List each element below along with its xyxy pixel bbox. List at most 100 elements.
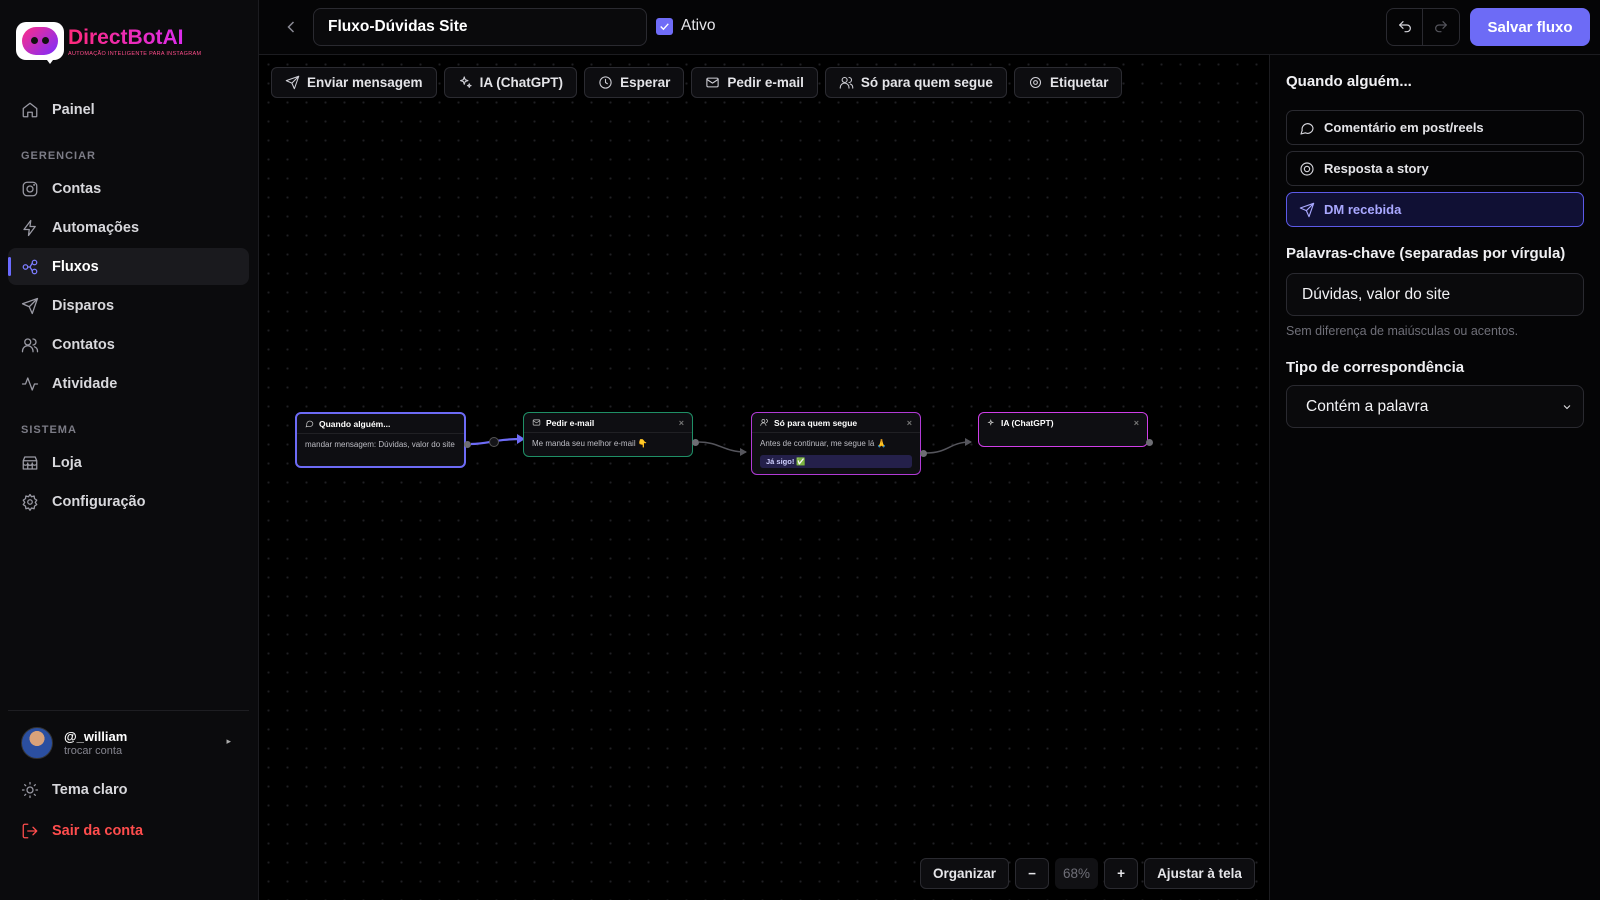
logout-button[interactable]: Sair da conta (8, 812, 249, 849)
sidebar-item-label: Configuração (52, 493, 146, 510)
sidebar-item-painel[interactable]: Painel (8, 91, 249, 128)
trigger-option-comment[interactable]: Comentário em post/reels (1286, 110, 1584, 145)
home-icon (22, 102, 38, 117)
trigger-option-dm[interactable]: DM recebida (1286, 192, 1584, 227)
flow-name-input[interactable] (313, 8, 647, 46)
edge-trigger-email (470, 437, 524, 446)
store-icon (22, 455, 38, 470)
node-output-handle[interactable] (920, 450, 927, 457)
add-followers-only-button[interactable]: Só para quem segue (824, 67, 1007, 98)
chevron-left-icon (287, 21, 295, 33)
node-output-handle[interactable] (464, 441, 471, 448)
save-flow-button[interactable]: Salvar fluxo (1470, 8, 1590, 46)
section-label-manage: GERENCIAR (21, 150, 97, 162)
redo-button[interactable] (1423, 9, 1459, 45)
caret-right-icon: ▸ (226, 736, 231, 746)
sidebar-item-label: Atividade (52, 375, 118, 392)
node-output-handle[interactable] (1146, 439, 1153, 446)
zoom-out-button[interactable]: − (1015, 858, 1050, 889)
sidebar-item-label: Contatos (52, 336, 115, 353)
node-title: Pedir e-mail (546, 417, 595, 428)
node-title: IA (ChatGPT) (1001, 418, 1054, 428)
sidebar-item-atividade[interactable]: Atividade (8, 365, 249, 402)
checkbox-checked[interactable] (656, 17, 673, 35)
keywords-title: Palavras-chave (separadas por vírgula) (1286, 245, 1566, 262)
theme-toggle[interactable]: Tema claro (8, 771, 249, 808)
mail-icon (532, 419, 541, 426)
match-type-title: Tipo de correspondência (1286, 359, 1465, 376)
check-icon (660, 22, 669, 30)
send-icon (1299, 202, 1315, 217)
sidebar-item-configuracao[interactable]: Configuração (8, 483, 249, 520)
sidebar-item-label: Fluxos (52, 258, 99, 275)
clock-icon (599, 76, 612, 89)
node-body: mandar mensagem: Dúvidas, valor do site (305, 440, 455, 449)
active-checkbox[interactable]: Ativo (656, 17, 715, 35)
sidebar-item-disparos[interactable]: Disparos (8, 287, 249, 324)
edge-arrow-head (740, 448, 747, 456)
comment-icon (305, 420, 314, 428)
node-followers-only[interactable]: Só para quem segue × Antes de continuar,… (751, 412, 921, 475)
add-tag-button[interactable]: Etiquetar (1013, 67, 1123, 98)
trigger-option-story[interactable]: Resposta a story (1286, 151, 1584, 186)
node-output-handle[interactable] (692, 439, 699, 446)
close-icon[interactable]: × (907, 418, 912, 428)
flow-canvas[interactable]: Enviar mensagem IA (ChatGPT) Esperar Ped… (259, 55, 1269, 900)
add-ask-email-button[interactable]: Pedir e-mail (691, 67, 818, 98)
story-icon (1300, 161, 1314, 176)
brand-logo[interactable]: DirectBotAI AUTOMAÇÃO INTELIGENTE PARA I… (16, 22, 202, 64)
fit-view-button[interactable]: Ajustar à tela (1144, 858, 1255, 889)
zoom-in-button[interactable]: + (1104, 858, 1139, 889)
sidebar-item-label: Loja (52, 454, 82, 471)
switch-account-label: trocar conta (64, 745, 123, 757)
keywords-hint: Sem diferença de maiúsculas ou acentos. (1286, 324, 1519, 338)
history-controls (1386, 8, 1460, 46)
node-body: Antes de continuar, me segue lá 🙏 (760, 439, 887, 448)
avatar (21, 727, 53, 759)
node-ai[interactable]: IA (ChatGPT) × (978, 412, 1148, 447)
undo-button[interactable] (1387, 9, 1424, 45)
sidebar-item-fluxos[interactable]: Fluxos (8, 248, 249, 285)
flow-icon (22, 259, 38, 274)
node-quick-reply[interactable]: Já sigo! ✅ (760, 455, 912, 468)
sidebar-item-contas[interactable]: Contas (8, 170, 249, 207)
node-toolbar: Enviar mensagem IA (ChatGPT) Esperar Ped… (271, 67, 1123, 98)
account-switcher[interactable]: @_william trocar conta ▸ (21, 726, 241, 760)
redo-icon (1435, 21, 1447, 33)
tool-label: Etiquetar (1049, 75, 1109, 90)
sidebar: DirectBotAI AUTOMAÇÃO INTELIGENTE PARA I… (0, 0, 259, 900)
sidebar-item-loja[interactable]: Loja (8, 444, 249, 481)
brand-name: DirectBotAI (68, 27, 201, 49)
mail-icon (706, 77, 720, 88)
brand-tagline: AUTOMAÇÃO INTELIGENTE PARA INSTAGRAM (68, 51, 202, 57)
users-icon (839, 76, 854, 89)
keywords-input[interactable]: Dúvidas, valor do site (1286, 273, 1584, 316)
tool-label: Pedir e-mail (727, 75, 804, 90)
back-button[interactable] (281, 17, 301, 37)
close-icon[interactable]: × (679, 418, 684, 428)
node-ask-email[interactable]: Pedir e-mail × Me manda seu melhor e-mai… (523, 412, 693, 457)
node-trigger[interactable]: Quando alguém... mandar mensagem: Dúvida… (295, 412, 466, 468)
undo-icon (1398, 21, 1411, 33)
add-send-message-button[interactable]: Enviar mensagem (271, 67, 437, 98)
tool-label: Só para quem segue (860, 75, 993, 90)
sidebar-item-label: Disparos (52, 297, 115, 314)
trigger-section-title: Quando alguém... (1286, 73, 1412, 90)
section-label-system: SISTEMA (21, 424, 77, 436)
organize-button[interactable]: Organizar (920, 858, 1010, 889)
match-type-select[interactable]: Contém a palavra (1286, 385, 1584, 428)
user-handle: @_william (64, 729, 128, 744)
add-wait-button[interactable]: Esperar (584, 67, 685, 98)
node-title: Quando alguém... (319, 418, 391, 429)
sidebar-item-automacoes[interactable]: Automações (8, 209, 249, 246)
send-icon (285, 75, 300, 90)
users-icon (760, 419, 768, 426)
tool-label: Esperar (620, 75, 671, 90)
trigger-label: Comentário em post/reels (1324, 120, 1484, 135)
logout-icon (22, 823, 38, 838)
sidebar-item-contatos[interactable]: Contatos (8, 326, 249, 363)
node-title: Só para quem segue (774, 417, 858, 428)
match-type-value: Contém a palavra (1306, 397, 1429, 415)
close-icon[interactable]: × (1134, 418, 1139, 428)
add-ai-button[interactable]: IA (ChatGPT) (443, 67, 578, 98)
